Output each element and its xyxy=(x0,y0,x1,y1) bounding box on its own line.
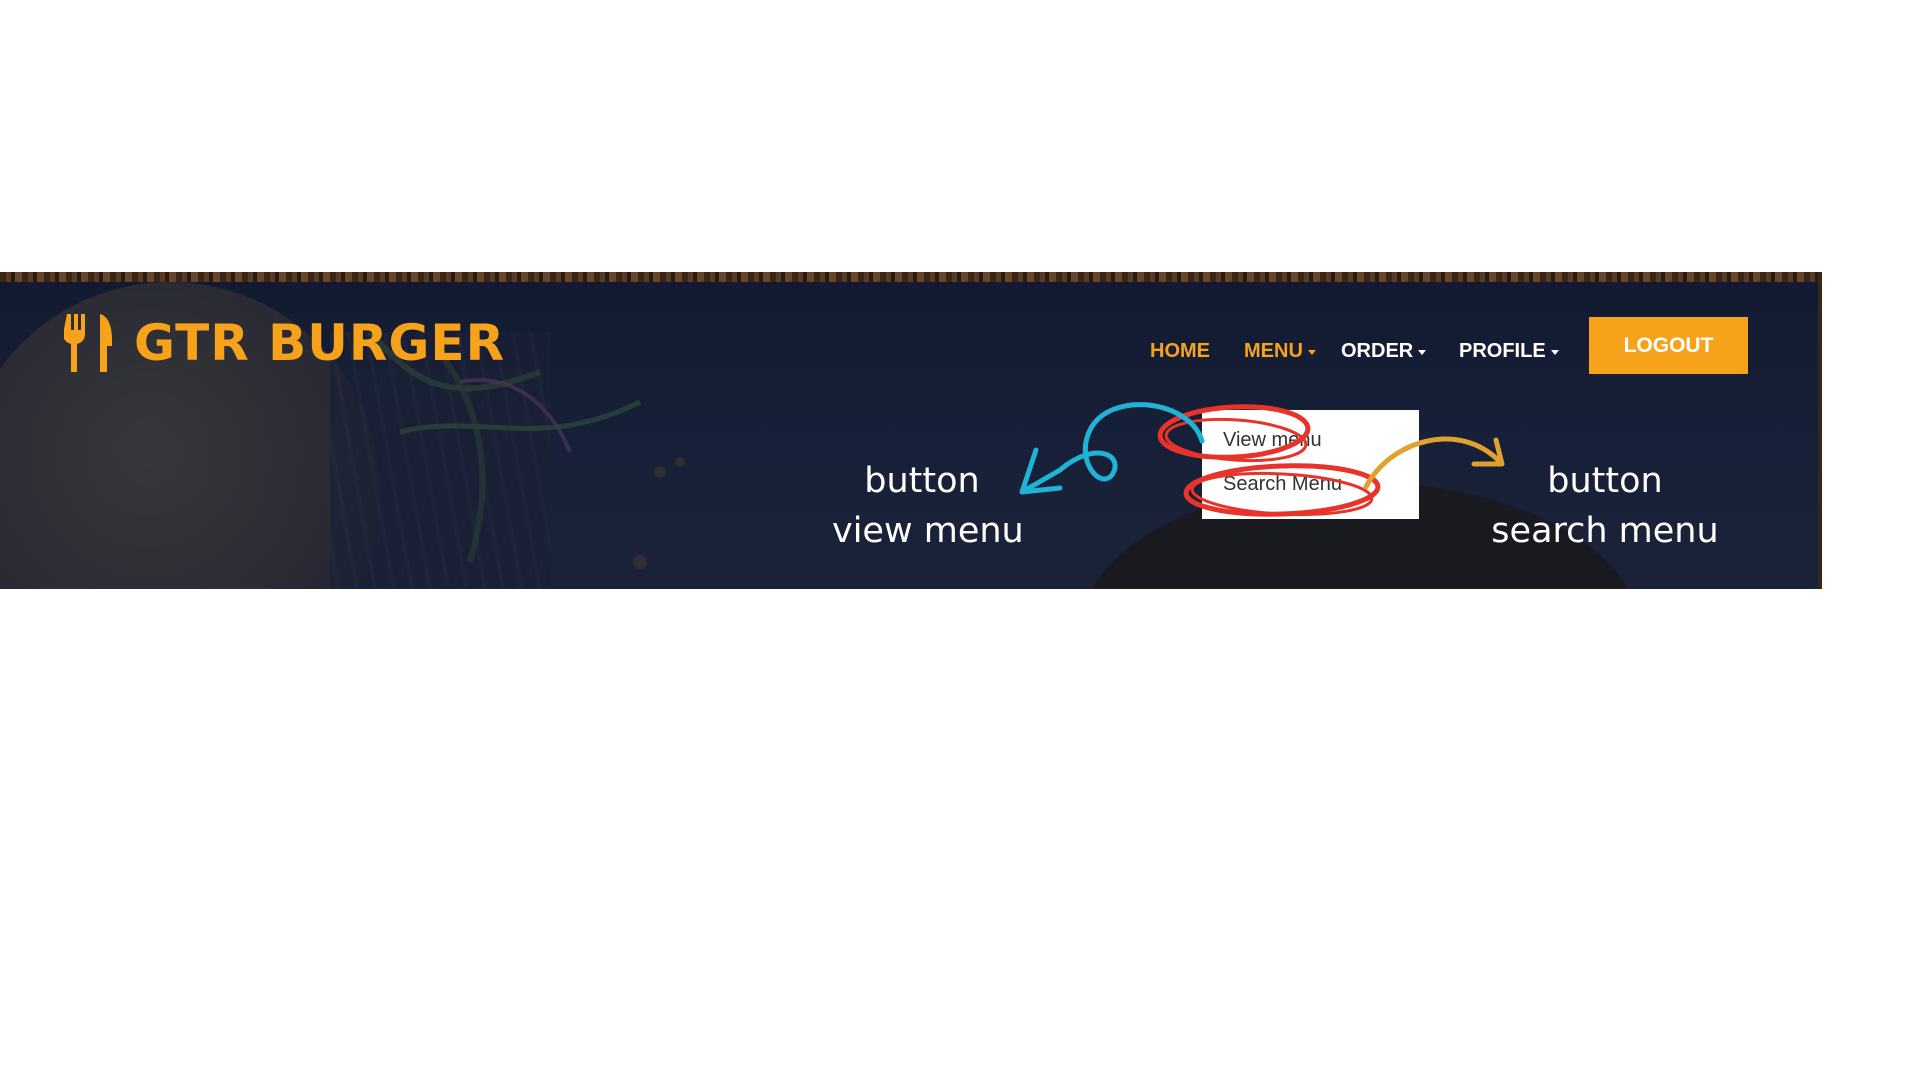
annotation-line: button xyxy=(864,461,980,501)
nav-item-label: MENU xyxy=(1244,339,1303,362)
nav-item-label: PROFILE xyxy=(1459,339,1546,362)
menu-dropdown: View menu Search Menu xyxy=(1202,410,1419,519)
nav-item-order[interactable]: ORDER xyxy=(1341,336,1427,366)
view-menu-button[interactable]: View menu xyxy=(1223,429,1322,452)
search-menu-button[interactable]: Search Menu xyxy=(1223,473,1342,496)
nav-item-profile[interactable]: PROFILE xyxy=(1459,336,1559,366)
chevron-down-icon xyxy=(1550,349,1559,355)
chevron-down-icon xyxy=(1307,349,1316,355)
chevron-down-icon xyxy=(1418,349,1427,355)
logout-button[interactable]: LOGOUT xyxy=(1589,317,1748,374)
site-header: GTR BURGER HOME MENU ORDER PROFILE LOGOU… xyxy=(0,272,1822,589)
nav-item-label: HOME xyxy=(1150,339,1210,362)
fork-knife-icon xyxy=(64,314,112,372)
wood-edge-right xyxy=(1818,272,1822,589)
nav-item-home[interactable]: HOME xyxy=(1150,336,1210,366)
annotation-view-menu: button view menu xyxy=(832,456,1024,556)
nav-item-menu[interactable]: MENU xyxy=(1244,336,1316,366)
screenshot-stage: GTR BURGER HOME MENU ORDER PROFILE LOGOU… xyxy=(0,0,1920,1080)
annotation-search-menu: button search menu xyxy=(1490,456,1720,556)
annotation-line: button xyxy=(1547,461,1663,501)
nav-item-label: ORDER xyxy=(1341,339,1414,362)
brand-name: GTR BURGER xyxy=(134,314,506,372)
brand-logo[interactable]: GTR BURGER xyxy=(64,314,505,372)
wood-edge xyxy=(0,272,1822,282)
annotation-line: view menu xyxy=(832,511,1024,551)
annotation-line: search menu xyxy=(1491,511,1719,551)
